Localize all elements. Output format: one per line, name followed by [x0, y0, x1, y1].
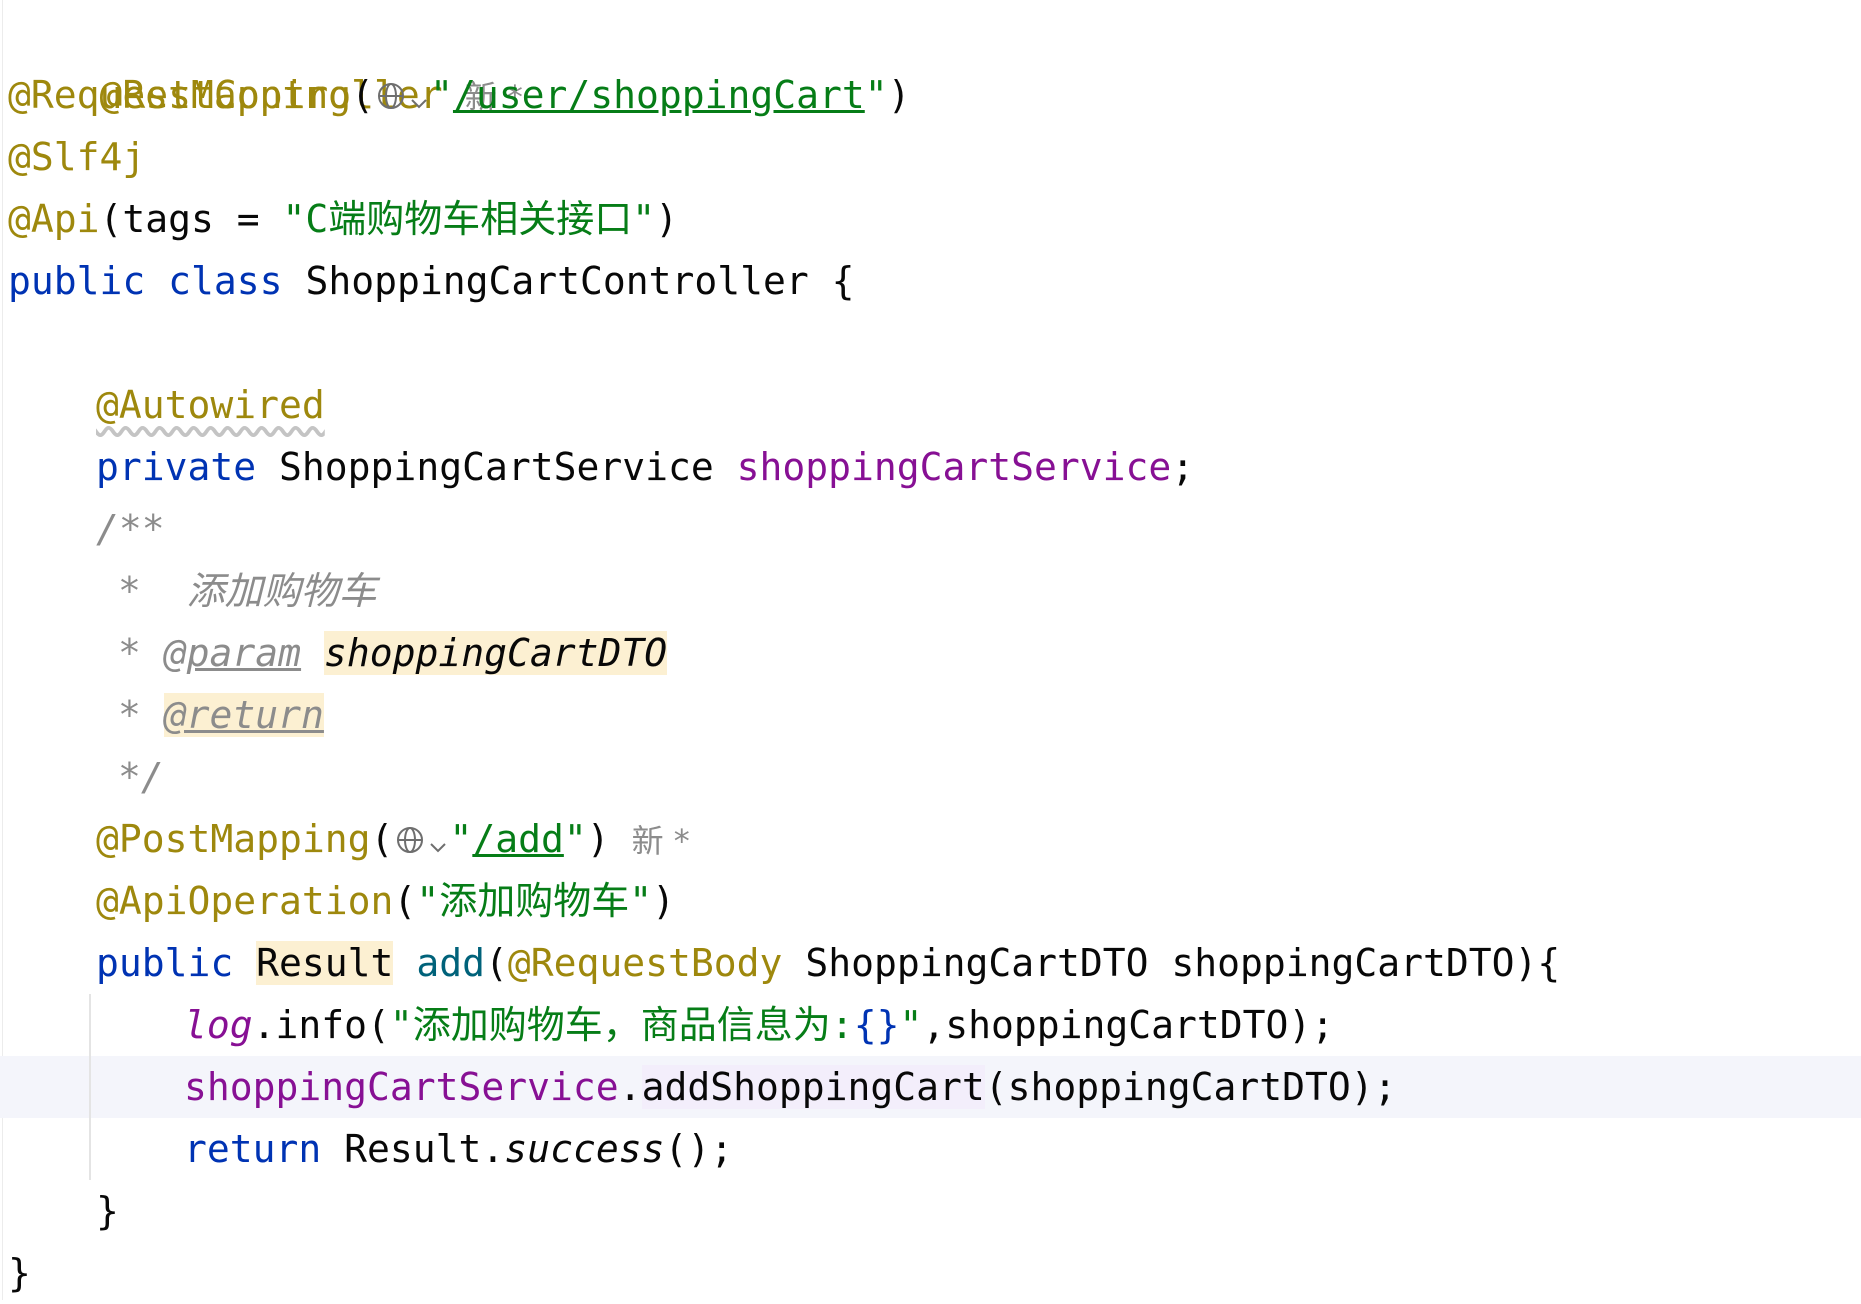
annotation: @PostMapping: [96, 817, 371, 861]
code-line[interactable]: public class ShoppingCartController {: [8, 250, 855, 312]
method-name: add: [416, 941, 485, 985]
field-name: shoppingCartService: [184, 1065, 619, 1109]
globe-icon[interactable]: [395, 811, 425, 873]
code-line[interactable]: private ShoppingCartService shoppingCart…: [96, 436, 1194, 498]
url-path[interactable]: /user/shoppingCart: [453, 73, 865, 117]
code-line[interactable]: * @return: [118, 684, 324, 746]
annotation: @Autowired: [96, 383, 325, 427]
field-name: shoppingCartService: [736, 445, 1172, 489]
code-editor[interactable]: @RestController 新 * @RequestMapping("/use…: [0, 0, 1861, 1300]
code-line[interactable]: }: [8, 1242, 31, 1304]
code-line[interactable]: public Result add(@RequestBody ShoppingC…: [96, 932, 1560, 994]
return-type: Result: [256, 941, 394, 985]
code-line[interactable]: @Slf4j: [8, 126, 145, 188]
code-line[interactable]: @ApiOperation("添加购物车"): [96, 870, 675, 932]
code-line[interactable]: @Api(tags = "C端购物车相关接口"): [8, 188, 678, 250]
code-line[interactable]: shoppingCartService.addShoppingCart(shop…: [184, 1056, 1397, 1118]
string-literal: "添加购物车": [416, 879, 653, 923]
doc-param-name: shoppingCartDTO: [323, 631, 668, 675]
annotation: @RequestBody: [507, 941, 783, 985]
code-line[interactable]: @RestController 新 *: [8, 2, 523, 117]
doc-comment: /**: [96, 507, 165, 551]
chevron-down-icon[interactable]: [429, 811, 447, 873]
class-name: ShoppingCartController {: [305, 259, 855, 303]
code-line[interactable]: * @param shoppingCartDTO: [118, 622, 668, 684]
code-line[interactable]: /**: [96, 498, 165, 560]
doc-tag: @return: [163, 693, 324, 737]
code-line[interactable]: */: [118, 746, 164, 808]
log-field: log: [184, 1003, 253, 1047]
annotation: @ApiOperation: [96, 879, 394, 923]
code-line[interactable]: @PostMapping("/add") 新 *: [96, 808, 690, 870]
chevron-down-icon[interactable]: [410, 67, 428, 129]
method-call: success: [504, 1127, 665, 1171]
globe-icon[interactable]: [376, 67, 406, 129]
doc-comment: * 添加购物车: [118, 569, 377, 613]
code-line[interactable]: log.info("添加购物车，商品信息为:{}",shoppingCartDT…: [184, 994, 1334, 1056]
annotation: @RequestMapping: [8, 73, 352, 117]
indent-guide: [89, 994, 91, 1180]
code-line[interactable]: @RequestMapping("/user/shoppingCart"): [8, 64, 911, 126]
string-literal: "C端购物车相关接口": [282, 197, 656, 241]
keyword: public: [96, 941, 234, 985]
doc-tag: @param: [163, 631, 302, 675]
code-line[interactable]: return Result.success();: [184, 1118, 733, 1180]
doc-comment: */: [118, 755, 164, 799]
url-path[interactable]: /add: [472, 817, 564, 861]
keyword: private: [96, 445, 257, 489]
author-inlay-hint[interactable]: 新 *: [632, 822, 690, 860]
keyword: class: [168, 259, 283, 303]
keyword: return: [184, 1127, 322, 1171]
annotation: @Slf4j: [8, 135, 146, 179]
code-line[interactable]: @Autowired: [96, 374, 325, 436]
keyword: public: [8, 259, 146, 303]
method-call: addShoppingCart: [641, 1065, 985, 1109]
code-line[interactable]: * 添加购物车: [118, 560, 377, 622]
annotation: @Api: [8, 197, 100, 241]
code-line[interactable]: }: [96, 1180, 119, 1242]
